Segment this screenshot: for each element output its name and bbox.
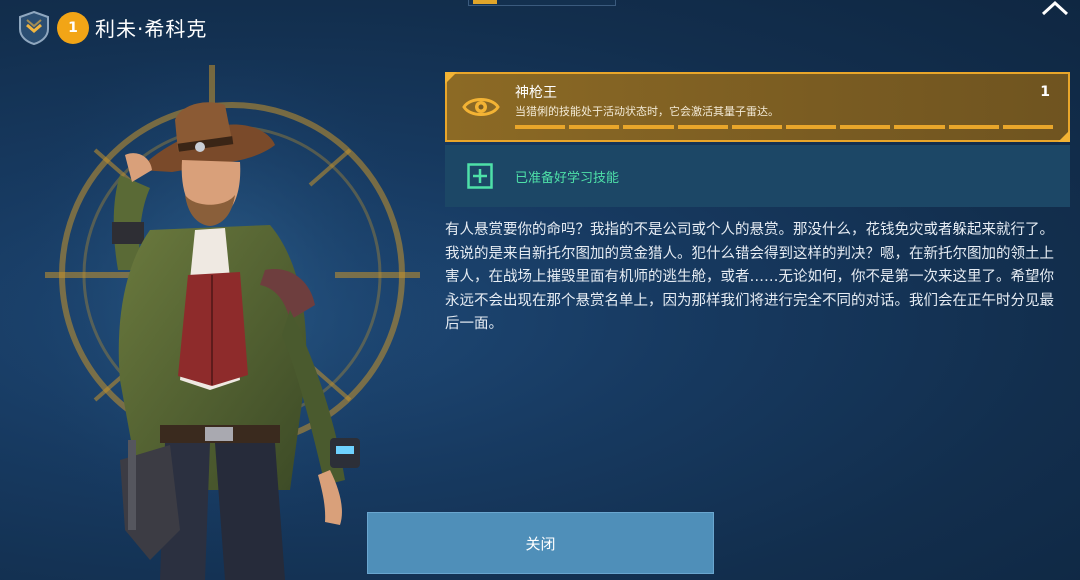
top-tab-indicator[interactable]	[468, 0, 616, 6]
skill-progress-segment	[569, 125, 620, 129]
skill-card[interactable]: 神枪王 当猎俐的技能处于活动状态时，它会激活其量子雷达。 1	[445, 72, 1070, 142]
skill-level: 1	[1040, 84, 1050, 100]
skill-name: 神枪王	[515, 85, 557, 101]
skill-progress-segment	[677, 125, 728, 129]
skill-progress-segment	[894, 125, 945, 129]
skill-progress-segment	[948, 125, 999, 129]
rank-shield-icon	[19, 11, 49, 45]
skill-description: 当猎俐的技能处于活动状态时，它会激活其量子雷达。	[515, 105, 779, 118]
chevron-up-icon[interactable]	[1040, 0, 1070, 16]
hero-story-text: 有人悬赏要你的命吗？我指的不是公司或个人的悬赏。那没什么，花钱免灾或者躲起来就行…	[445, 222, 1054, 332]
skill-progress-segment	[840, 125, 891, 129]
eye-icon	[462, 98, 500, 116]
hero-level-badge: 1	[57, 12, 89, 44]
skill-progress-segment	[731, 125, 783, 129]
skill-progress-segment	[786, 125, 837, 129]
learn-skill-label: 已准备好学习技能	[515, 171, 620, 186]
skill-progress-segment	[1002, 125, 1054, 129]
learn-skill-row[interactable]: 已准备好学习技能	[445, 145, 1070, 207]
skill-progress-segment	[623, 125, 674, 129]
hero-portrait	[0, 60, 440, 580]
skill-progress-bar	[515, 125, 1054, 129]
plus-icon	[467, 163, 493, 189]
close-button[interactable]: 关闭	[367, 512, 714, 574]
hero-name: 利未·希科克	[95, 17, 208, 41]
skill-progress-segment	[515, 125, 566, 129]
